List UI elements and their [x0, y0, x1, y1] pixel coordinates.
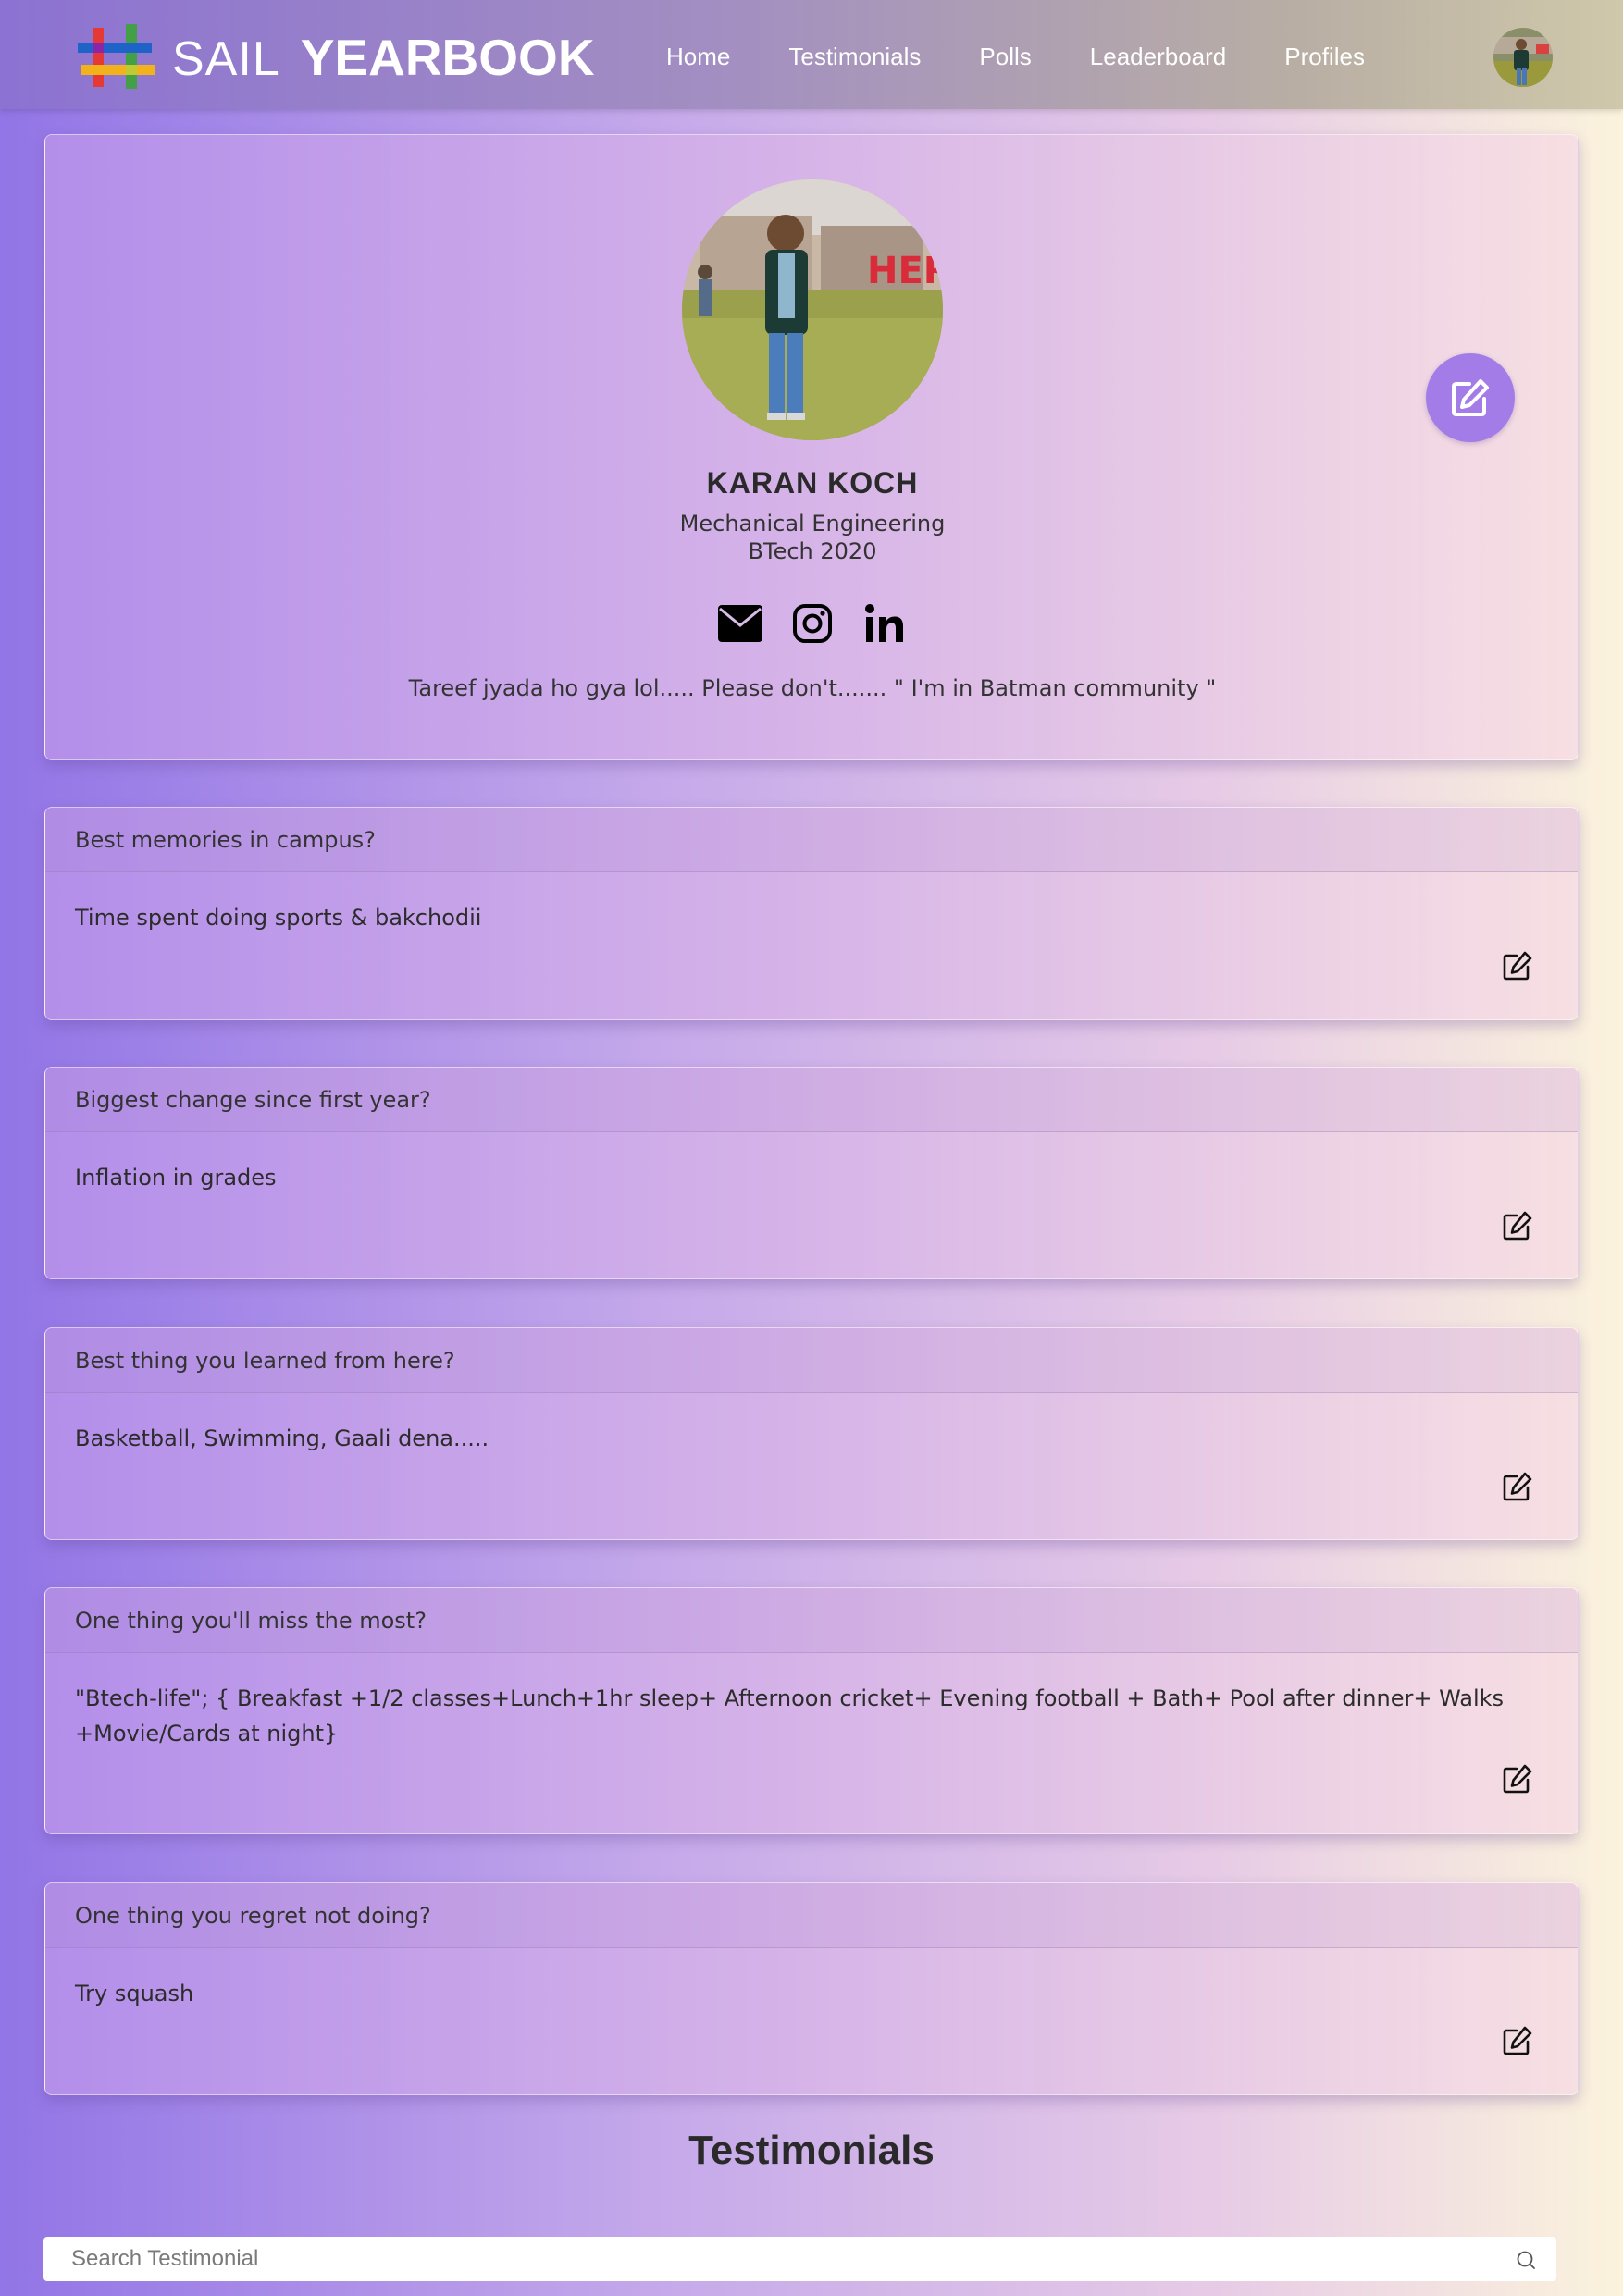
brand-part2: YEARBOOK	[300, 29, 595, 86]
profile-name: KARAN KOCH	[706, 466, 919, 500]
qa-card: One thing you'll miss the most? "Btech-l…	[44, 1587, 1579, 1834]
navbar: SAIL YEARBOOK Home Testimonials Polls Le…	[0, 0, 1623, 109]
nav-leaderboard[interactable]: Leaderboard	[1090, 43, 1226, 71]
qa-answer: Inflation in grades	[75, 1165, 277, 1191]
nav-links: Home Testimonials Polls Leaderboard Prof…	[666, 43, 1365, 71]
qa-question: One thing you'll miss the most?	[45, 1588, 1578, 1653]
edit-icon	[1452, 379, 1489, 416]
nav-home[interactable]: Home	[666, 43, 730, 71]
brand-part1: SAIL	[172, 32, 280, 86]
profile-batch: BTech 2020	[748, 538, 877, 564]
user-avatar[interactable]	[1493, 28, 1553, 87]
qa-card: One thing you regret not doing? Try squa…	[44, 1882, 1579, 2095]
edit-answer-icon[interactable]	[1502, 1471, 1533, 1502]
qa-answer: "Btech-life"; { Breakfast +1/2 classes+L…	[75, 1685, 1505, 1747]
search-input[interactable]	[71, 2246, 1459, 2272]
social-links	[45, 601, 1580, 646]
profile-card: HER KARAN KOCH Mechanical Engineering BT…	[44, 134, 1579, 760]
testimonials-heading: Testimonials	[688, 2128, 935, 2173]
qa-card: Best thing you learned from here? Basket…	[44, 1327, 1579, 1540]
profile-photo: HER	[682, 179, 943, 440]
nav-testimonials[interactable]: Testimonials	[788, 43, 921, 71]
qa-question: Best memories in campus?	[45, 808, 1578, 872]
instagram-icon[interactable]	[790, 601, 835, 646]
qa-card: Best memories in campus? Time spent doin…	[44, 807, 1579, 1020]
svg-text:HER: HER	[867, 250, 943, 292]
linkedin-icon[interactable]	[862, 601, 907, 646]
qa-card: Biggest change since first year? Inflati…	[44, 1067, 1579, 1279]
email-icon[interactable]	[718, 601, 762, 646]
testimonial-search-bar	[43, 2237, 1556, 2281]
nav-profiles[interactable]: Profiles	[1284, 43, 1365, 71]
sail-logo-icon[interactable]	[74, 15, 159, 100]
search-icon[interactable]	[1514, 2248, 1538, 2272]
qa-answer: Try squash	[75, 1981, 194, 2006]
edit-answer-icon[interactable]	[1502, 950, 1533, 981]
edit-answer-icon[interactable]	[1502, 2025, 1533, 2056]
qa-answer: Time spent doing sports & bakchodii	[75, 905, 482, 931]
edit-profile-button[interactable]	[1426, 353, 1515, 442]
qa-question: One thing you regret not doing?	[45, 1883, 1578, 1948]
nav-polls[interactable]: Polls	[979, 43, 1031, 71]
profile-branch: Mechanical Engineering	[679, 511, 946, 537]
brand-logo-text[interactable]: SAIL YEARBOOK	[172, 28, 595, 86]
qa-answer: Basketball, Swimming, Gaali dena.....	[75, 1426, 489, 1451]
edit-answer-icon[interactable]	[1502, 1210, 1533, 1241]
qa-question: Biggest change since first year?	[45, 1068, 1578, 1132]
qa-question: Best thing you learned from here?	[45, 1328, 1578, 1393]
edit-answer-icon[interactable]	[1502, 1763, 1533, 1795]
profile-bio: Tareef jyada ho gya lol..... Please don'…	[408, 675, 1217, 701]
